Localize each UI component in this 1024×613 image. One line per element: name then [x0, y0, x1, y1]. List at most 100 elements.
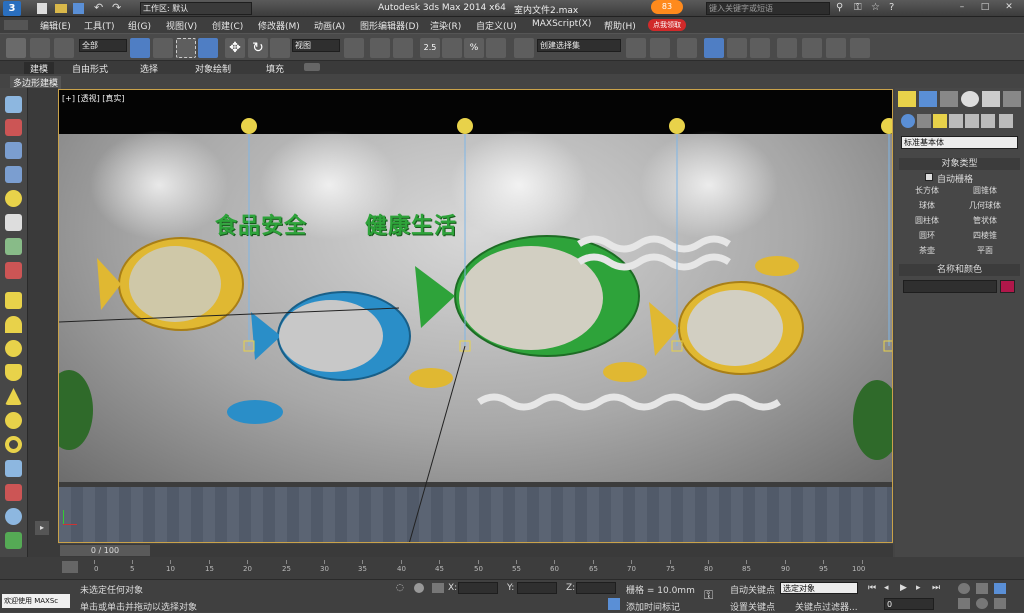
- box-icon[interactable]: [5, 292, 22, 309]
- pan-icon[interactable]: [958, 598, 970, 609]
- select-object-icon[interactable]: [130, 38, 150, 58]
- manage-layers-icon[interactable]: [677, 38, 697, 58]
- quick-access-save-icon[interactable]: [73, 3, 84, 14]
- sun-icon[interactable]: [5, 412, 22, 429]
- key-mode-icon[interactable]: ⚿: [704, 588, 722, 602]
- reference-coord-dropdown[interactable]: 视图: [292, 39, 340, 52]
- selected-object-dropdown[interactable]: 选定对象: [780, 582, 858, 594]
- menu-tools[interactable]: 工具(T): [84, 19, 115, 32]
- time-slider[interactable]: 0 / 100: [58, 544, 893, 557]
- go-to-end-icon[interactable]: ⏭: [932, 583, 940, 593]
- object-color-swatch[interactable]: [1000, 280, 1015, 293]
- maxscript-listener[interactable]: 欢迎使用 MAXSc: [2, 594, 70, 608]
- sphere-button[interactable]: 球体: [899, 199, 955, 212]
- workspace-dropdown[interactable]: 工作区: 默认: [140, 2, 252, 15]
- set-key-button[interactable]: 设置关键点: [730, 600, 775, 613]
- selection-filter-dropdown[interactable]: 全部: [79, 39, 127, 52]
- cylinder-icon[interactable]: [5, 364, 22, 381]
- lights-icon[interactable]: [933, 114, 947, 128]
- key-filters-button[interactable]: 关键点过滤器...: [795, 600, 858, 613]
- app-logo-icon[interactable]: 3: [3, 1, 21, 16]
- z-coord-input[interactable]: [576, 582, 616, 594]
- perspective-viewport[interactable]: 食品安全 健康生活 [+] [透视] [真实]: [58, 89, 893, 543]
- space-warp-icon[interactable]: [5, 262, 22, 279]
- create-tab-icon[interactable]: [898, 91, 916, 107]
- named-selection-dropdown[interactable]: 创建选择集: [537, 39, 621, 52]
- spinner-snap-icon[interactable]: [486, 38, 506, 58]
- current-frame-input[interactable]: 0: [884, 598, 934, 610]
- menu-create[interactable]: 创建(C): [212, 19, 243, 32]
- scale-icon[interactable]: [270, 38, 290, 58]
- display-tab-icon[interactable]: [982, 91, 1000, 107]
- zoom-all-icon[interactable]: [976, 583, 988, 594]
- tube-button[interactable]: 管状体: [957, 214, 1013, 227]
- quick-access-open-icon[interactable]: [55, 4, 67, 13]
- auto-grid-checkbox[interactable]: [925, 173, 933, 181]
- ribbon-options-icon[interactable]: [304, 63, 320, 71]
- keyboard-shortcut-icon[interactable]: [393, 38, 413, 58]
- torus-button[interactable]: 圆环: [899, 229, 955, 242]
- search-input[interactable]: 键入关键字或短语: [706, 2, 830, 15]
- redo-icon[interactable]: ↷: [112, 1, 121, 14]
- play-icon[interactable]: ▶: [900, 583, 907, 593]
- edit-named-sel-icon[interactable]: [514, 38, 534, 58]
- unlink-icon[interactable]: [30, 38, 50, 58]
- rollout-name-color[interactable]: 名称和颜色: [899, 264, 1020, 276]
- ad-promo-banner[interactable]: 点我领取: [648, 19, 686, 31]
- menu-maxscript[interactable]: MAXScript(X): [532, 19, 591, 29]
- hierarchy-tab-icon[interactable]: [940, 91, 958, 107]
- cone-icon[interactable]: [5, 388, 22, 405]
- geometry-icon[interactable]: [901, 114, 915, 128]
- helper-icon[interactable]: [5, 238, 22, 255]
- curve-editor-icon[interactable]: [727, 38, 747, 58]
- pivot-center-icon[interactable]: [344, 38, 364, 58]
- particles-icon[interactable]: [5, 460, 22, 477]
- mirror-icon[interactable]: [626, 38, 646, 58]
- angle-snap-icon[interactable]: [442, 38, 462, 58]
- window-crossing-icon[interactable]: [198, 38, 218, 58]
- time-tag-icon[interactable]: [608, 598, 620, 610]
- cone-button[interactable]: 圆锥体: [957, 184, 1013, 197]
- material-editor-icon[interactable]: [777, 38, 797, 58]
- motion-tab-icon[interactable]: [961, 91, 979, 107]
- menu-edit[interactable]: 编辑(E): [40, 19, 71, 32]
- snap-toggle-icon[interactable]: 2.5: [420, 38, 440, 58]
- binoculars-icon[interactable]: ⚲: [836, 2, 843, 13]
- zoom-icon[interactable]: [958, 583, 970, 594]
- ad-badge[interactable]: 83: [651, 0, 683, 14]
- menu-views[interactable]: 视图(V): [166, 19, 197, 32]
- spacewarps-icon[interactable]: [981, 114, 995, 128]
- menu-customize[interactable]: 自定义(U): [476, 19, 517, 32]
- bind-space-warp-icon[interactable]: [54, 38, 74, 58]
- teapot-button[interactable]: 茶壶: [899, 244, 955, 257]
- rect-selection-icon[interactable]: [176, 38, 196, 58]
- gear-icon[interactable]: [5, 508, 22, 525]
- previous-frame-icon[interactable]: ◂: [884, 583, 889, 593]
- menu-animation[interactable]: 动画(A): [314, 19, 345, 32]
- menu-rendering[interactable]: 渲染(R): [430, 19, 461, 32]
- schematic-view-icon[interactable]: [750, 38, 770, 58]
- track-bar[interactable]: 0 5 10 15 20 25 30 35 40 45 50 55 60 65 …: [0, 557, 1024, 579]
- star-icon[interactable]: ☆: [871, 2, 880, 13]
- mixed-objects-icon[interactable]: [5, 484, 22, 501]
- render-setup-icon[interactable]: [802, 38, 822, 58]
- shapes-icon[interactable]: [917, 114, 931, 128]
- list-icon[interactable]: [5, 142, 22, 159]
- quick-access-new-icon[interactable]: [37, 3, 47, 14]
- y-coord-input[interactable]: [517, 582, 557, 594]
- link-icon[interactable]: [6, 38, 26, 58]
- orbit-icon[interactable]: [976, 598, 988, 609]
- lock-selection-icon[interactable]: ◌: [396, 583, 406, 593]
- menu-graph-editors[interactable]: 图形编辑器(D): [360, 19, 419, 32]
- x-coord-input[interactable]: [458, 582, 498, 594]
- viewport-label[interactable]: [+] [透视] [真实]: [62, 93, 125, 104]
- box-button[interactable]: 长方体: [899, 184, 955, 197]
- geosphere-button[interactable]: 几何球体: [957, 199, 1013, 212]
- rotate-icon[interactable]: ↻: [248, 38, 268, 58]
- hemisphere-icon[interactable]: [5, 316, 22, 333]
- rendered-frame-icon[interactable]: [826, 38, 846, 58]
- align-icon[interactable]: [650, 38, 670, 58]
- menu-modifiers[interactable]: 修改器(M): [258, 19, 300, 32]
- auto-key-button[interactable]: 自动关键点: [730, 583, 775, 596]
- select-manipulate-icon[interactable]: [370, 38, 390, 58]
